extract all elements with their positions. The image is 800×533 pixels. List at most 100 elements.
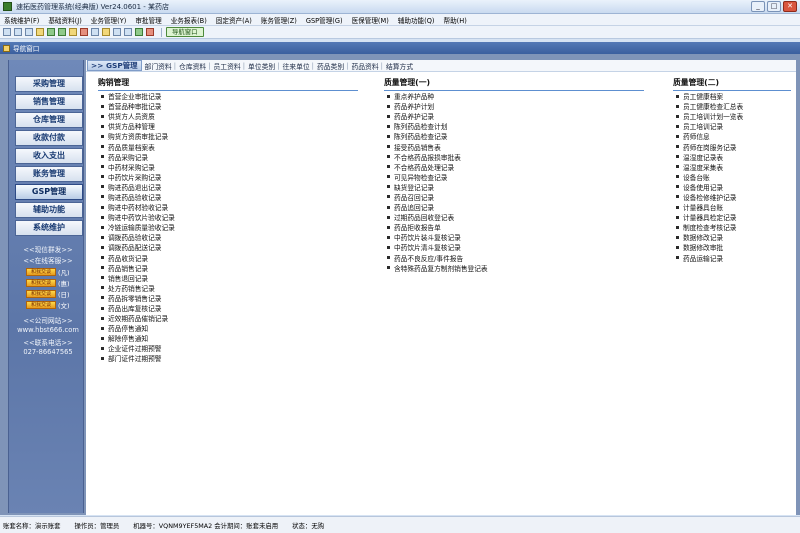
list-item[interactable]: 员工健康检查汇总表 (673, 101, 791, 111)
tab-employees[interactable]: 员工资料 (214, 61, 241, 71)
list-item[interactable]: 销售退回记录 (98, 273, 358, 283)
sidebar-warehouse[interactable]: 仓库管理 (15, 112, 83, 128)
sidebar-purchase[interactable]: 采购管理 (15, 76, 83, 92)
cart-icon[interactable] (80, 28, 88, 36)
list-item[interactable]: 温湿度记录表 (673, 152, 791, 162)
list-item[interactable]: 不合格药品处理记录 (384, 162, 644, 172)
qq-chat-button[interactable]: 和我交谈 (26, 301, 56, 309)
list-item[interactable]: 药品销售记录 (98, 263, 358, 273)
list-item[interactable]: 设备使用记录 (673, 182, 791, 192)
window-icon[interactable] (14, 28, 22, 36)
minimize-button[interactable]: _ (751, 1, 765, 12)
list-item[interactable]: 解除停售通知 (98, 333, 358, 343)
list-item[interactable]: 过期药品回收登记表 (384, 212, 644, 222)
menu-gsp[interactable]: GSP管理(G) (306, 15, 343, 25)
copy-icon[interactable] (25, 28, 33, 36)
list-item[interactable]: 计量器具检定记录 (673, 212, 791, 222)
list-item[interactable]: 药品运输记录 (673, 253, 791, 263)
menu-approval[interactable]: 审批管理 (135, 15, 161, 25)
list-item[interactable]: 调拨药品验收记录 (98, 232, 358, 242)
list-item[interactable]: 药品收货记录 (98, 253, 358, 263)
maximize-button[interactable]: □ (767, 1, 781, 12)
list-item[interactable]: 药品养护记录 (384, 111, 644, 121)
qq-contact-2[interactable]: 和我交谈 (惠) (26, 278, 70, 288)
print-icon[interactable] (124, 28, 132, 36)
list-item[interactable]: 药师在岗服务记录 (673, 141, 791, 152)
list-item[interactable]: 不合格药品报损审批表 (384, 152, 644, 162)
tab-departments[interactable]: 部门资料 (145, 61, 172, 71)
key-icon[interactable] (69, 28, 77, 36)
sidebar-sales[interactable]: 销售管理 (15, 94, 83, 110)
menu-help[interactable]: 帮助(H) (444, 15, 467, 25)
list-item[interactable]: 中药材采购记录 (98, 162, 358, 172)
menu-system[interactable]: 系统维护(F) (4, 15, 39, 25)
help-icon[interactable] (135, 28, 143, 36)
list-item[interactable]: 中药饮片采购记录 (98, 172, 358, 182)
list-item[interactable]: 温湿度采集表 (673, 162, 791, 172)
sidebar-maintenance[interactable]: 系统维护 (15, 220, 83, 236)
sidebar-income[interactable]: 收入支出 (15, 148, 83, 164)
list-item[interactable]: 调拨药品配送记录 (98, 242, 358, 252)
suggest-link[interactable]: <<现信群发>> (9, 244, 87, 254)
tab-drug-types[interactable]: 药品类别 (317, 61, 344, 71)
list-item[interactable]: 员工培训记录 (673, 121, 791, 131)
tab-gsp[interactable]: >> GSP管理 (87, 60, 142, 71)
qq-contact-3[interactable]: 和我交谈 (日) (26, 289, 70, 299)
calc-icon[interactable] (91, 28, 99, 36)
folder-icon[interactable] (36, 28, 44, 36)
tab-unit-types[interactable]: 单位类别 (248, 61, 275, 71)
save-icon[interactable] (113, 28, 121, 36)
list-item[interactable]: 购进中药材验收记录 (98, 202, 358, 212)
user-icon[interactable] (47, 28, 55, 36)
list-item[interactable]: 可见异物检查记录 (384, 172, 644, 182)
sidebar-gsp[interactable]: GSP管理 (15, 184, 83, 200)
nav-window-button[interactable]: 导航窗口 (166, 27, 204, 37)
list-item[interactable]: 购进药品验收记录 (98, 192, 358, 202)
list-item[interactable]: 企业证件过期预警 (98, 343, 358, 353)
menu-accounts[interactable]: 账务管理(Z) (261, 15, 297, 25)
menu-reports[interactable]: 业务报表(B) (171, 15, 207, 25)
list-item[interactable]: 接受药品销售表 (384, 141, 644, 152)
sidebar-payments[interactable]: 收款付款 (15, 130, 83, 146)
list-item[interactable]: 首营品种审批记录 (98, 101, 358, 111)
qq-chat-button[interactable]: 和我交谈 (26, 290, 56, 298)
list-item[interactable]: 药品出库复核记录 (98, 303, 358, 313)
list-item[interactable]: 近效期药品催销记录 (98, 313, 358, 323)
users-icon[interactable] (58, 28, 66, 36)
list-item[interactable]: 冷链运输质量验收记录 (98, 222, 358, 232)
list-item[interactable]: 部门证件过期预警 (98, 353, 358, 363)
list-item[interactable]: 药品召回记录 (384, 192, 644, 202)
list-item[interactable]: 计量器具台账 (673, 202, 791, 212)
website-link[interactable]: www.hbst666.com (9, 326, 87, 334)
list-item[interactable]: 处方药销售记录 (98, 283, 358, 293)
list-item[interactable]: 员工培训计划一览表 (673, 111, 791, 121)
menu-business[interactable]: 业务管理(Y) (91, 15, 127, 25)
menu-aux[interactable]: 辅助功能(Q) (398, 15, 435, 25)
list-item[interactable]: 药品采购记录 (98, 152, 358, 162)
list-item[interactable]: 设备台账 (673, 172, 791, 182)
list-item[interactable]: 缺货登记记录 (384, 182, 644, 192)
list-item[interactable]: 购进中药饮片验收记录 (98, 212, 358, 222)
list-item[interactable]: 供货方人员资质 (98, 111, 358, 121)
list-item[interactable]: 首营企业审批记录 (98, 91, 358, 101)
list-item[interactable]: 陈列药品检查记录 (384, 131, 644, 141)
list-item[interactable]: 药品质量档案表 (98, 141, 358, 152)
list-item[interactable]: 设备检修维护记录 (673, 192, 791, 202)
list-item[interactable]: 药品停售通知 (98, 323, 358, 333)
list-item[interactable]: 制度检查考核记录 (673, 222, 791, 232)
list-item[interactable]: 含特殊药品复方制剂销售登记表 (384, 263, 644, 273)
list-item[interactable]: 药品拆零销售记录 (98, 293, 358, 303)
list-item[interactable]: 供货方品种管理 (98, 121, 358, 131)
qq-chat-button[interactable]: 和我交谈 (26, 268, 56, 276)
list-item[interactable]: 药品养护计划 (384, 101, 644, 111)
qq-contact-4[interactable]: 和我交谈 (文) (26, 300, 70, 310)
menu-fixed-assets[interactable]: 固定资产(A) (216, 15, 252, 25)
sidebar-accounts[interactable]: 账务管理 (15, 166, 83, 182)
qq-chat-button[interactable]: 和我交谈 (26, 279, 56, 287)
list-item[interactable]: 数据修改记录 (673, 232, 791, 242)
tab-settlement[interactable]: 结算方式 (386, 61, 413, 71)
menu-insurance[interactable]: 医保管理(M) (352, 15, 389, 25)
qq-contact-1[interactable]: 和我交谈 (凡) (26, 267, 70, 277)
list-item[interactable]: 药师信息 (673, 131, 791, 141)
list-item[interactable]: 陈列药品检查计划 (384, 121, 644, 131)
